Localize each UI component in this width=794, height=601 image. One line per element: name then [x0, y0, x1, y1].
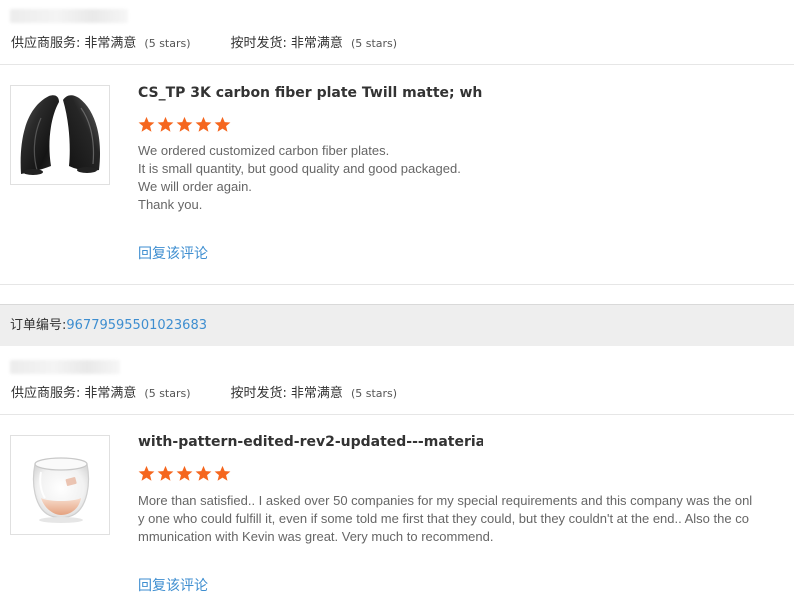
star-icon — [138, 116, 155, 132]
glass-tumbler-image — [32, 457, 90, 523]
star-rating — [138, 465, 231, 482]
delivery-stars: (5 stars) — [350, 37, 398, 50]
delivery-value: 非常满意 — [290, 386, 343, 401]
supplier-service-value: 非常满意 — [84, 36, 137, 51]
star-icon — [214, 465, 231, 481]
review-line: We ordered customized carbon fiber plate… — [138, 143, 390, 158]
star-icon — [214, 116, 231, 132]
star-icon — [195, 465, 212, 481]
review-text: More than satisfied.. I asked over 50 co… — [138, 492, 794, 546]
divider — [0, 414, 794, 415]
star-icon — [176, 465, 193, 481]
review-line: mmunication with Kevin was great. Very m… — [138, 529, 494, 544]
supplier-service-label: 供应商服务: — [11, 386, 81, 401]
product-thumbnail[interactable] — [10, 85, 110, 185]
blurred-buyer-name — [10, 9, 128, 23]
review-line: y one who could fulfill it, even if some… — [138, 511, 749, 526]
delivery-stars: (5 stars) — [350, 387, 398, 400]
delivery-label: 按时发货: — [230, 386, 287, 401]
blurred-buyer-name — [10, 360, 120, 374]
supplier-service-label: 供应商服务: — [11, 36, 81, 51]
product-title[interactable]: with-pattern-edited-rev2-updated---mater… — [138, 434, 483, 450]
star-rating — [138, 116, 231, 133]
reply-to-review-link[interactable]: 回复该评论 — [138, 575, 208, 595]
order-number-bar: 订单编号:96779595501023683 — [0, 304, 794, 346]
star-icon — [138, 465, 155, 481]
star-icon — [176, 116, 193, 132]
star-icon — [157, 465, 174, 481]
supplier-service-stars: (5 stars) — [144, 37, 191, 50]
star-icon — [157, 116, 174, 132]
review-line: More than satisfied.. I asked over 50 co… — [138, 493, 753, 508]
carbon-fiber-part-image — [20, 95, 101, 175]
delivery-label: 按时发货: — [230, 36, 287, 51]
supplier-service-stars: (5 stars) — [144, 387, 191, 400]
order-number-link[interactable]: 96779595501023683 — [66, 318, 207, 333]
review-text: We ordered customized carbon fiber plate… — [138, 142, 788, 214]
rating-summary: 供应商服务: 非常满意 (5 stars) 按时发货: 非常满意 (5 star… — [11, 382, 397, 401]
supplier-service-value: 非常满意 — [84, 386, 137, 401]
product-title[interactable]: CS_TP 3K carbon fiber plate Twill matte;… — [138, 85, 483, 101]
star-icon — [195, 116, 212, 132]
reply-to-review-link[interactable]: 回复该评论 — [138, 243, 208, 263]
review-line: Thank you. — [138, 197, 203, 212]
product-thumbnail[interactable] — [10, 435, 110, 535]
divider — [0, 64, 794, 65]
review-line: It is small quantity, but good quality a… — [138, 161, 461, 176]
order-number-label: 订单编号: — [10, 318, 67, 333]
rating-summary: 供应商服务: 非常满意 (5 stars) 按时发货: 非常满意 (5 star… — [11, 32, 397, 51]
delivery-value: 非常满意 — [290, 36, 343, 51]
review-line: We will order again. — [138, 179, 252, 194]
divider — [0, 284, 794, 285]
